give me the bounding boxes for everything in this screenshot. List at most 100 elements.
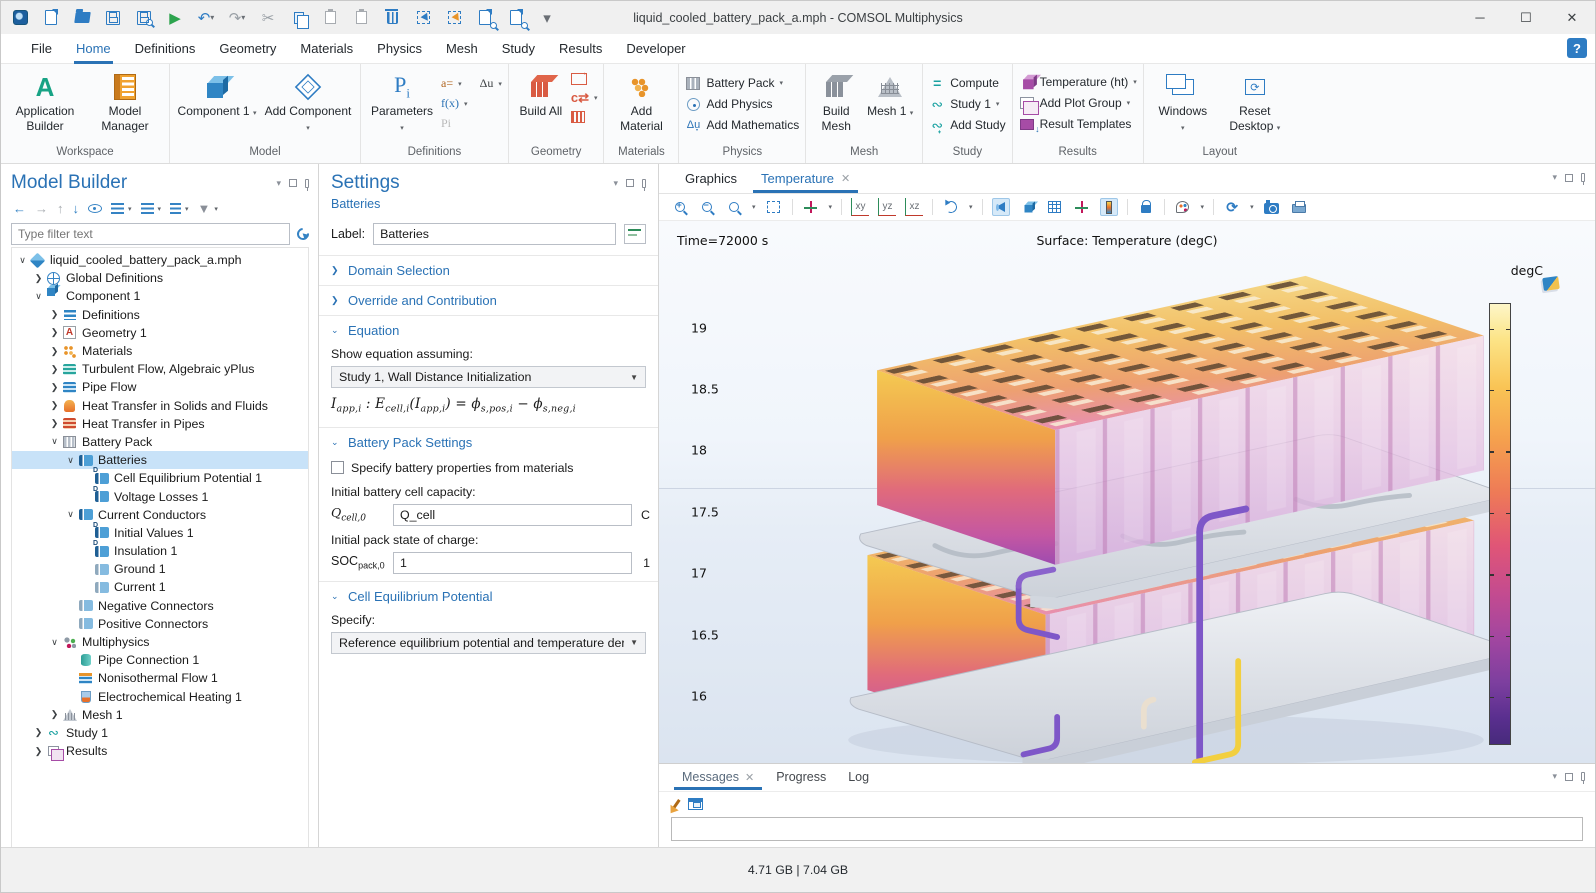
messages-pin-icon[interactable] xyxy=(1581,772,1585,781)
filter-icon[interactable]: ▼ xyxy=(198,201,211,216)
zoom-in-icon[interactable]: + xyxy=(671,198,689,216)
tree-item[interactable]: ❯∾Study 1 xyxy=(12,724,308,742)
zoom-extents-icon[interactable] xyxy=(765,198,783,216)
tab-progress[interactable]: Progress xyxy=(765,765,837,789)
close-tab-icon[interactable]: ✕ xyxy=(841,172,850,185)
marquee-select-icon[interactable] xyxy=(445,9,463,27)
duplicate-icon[interactable] xyxy=(352,9,370,27)
save-as-icon[interactable] xyxy=(135,9,153,27)
update-plot-icon[interactable]: ⟳ xyxy=(1223,198,1241,216)
clear-messages-icon[interactable] xyxy=(672,800,680,810)
snapshot-icon[interactable] xyxy=(1263,198,1281,216)
chevron-right-icon[interactable]: ❯ xyxy=(48,418,61,429)
expand-all-icon[interactable] xyxy=(141,203,154,214)
add-material-button[interactable]: Add Material xyxy=(610,68,672,134)
select-icon[interactable] xyxy=(414,9,432,27)
tree-item[interactable]: ❯Pipe Flow xyxy=(12,378,308,396)
settings-float-icon[interactable] xyxy=(626,179,634,187)
graphics-float-icon[interactable] xyxy=(1565,174,1573,182)
compute-button[interactable]: =Compute xyxy=(929,75,1005,91)
menu-geometry[interactable]: Geometry xyxy=(207,36,288,61)
tree-item[interactable]: ∨Battery Pack xyxy=(12,433,308,451)
chevron-down-icon[interactable]: ∨ xyxy=(64,455,77,466)
chevron-right-icon[interactable]: ❯ xyxy=(48,327,61,338)
tree-item[interactable]: ❯AGeometry 1 xyxy=(12,324,308,342)
tree-item[interactable]: Pipe Connection 1 xyxy=(12,651,308,669)
tree-item[interactable]: ❯Mesh 1 xyxy=(12,706,308,724)
show-color-legend-icon[interactable] xyxy=(1100,198,1118,216)
delete-icon[interactable] xyxy=(383,9,401,27)
section-equation[interactable]: ⌄Equation Show equation assuming: Study … xyxy=(319,315,658,427)
menu-materials[interactable]: Materials xyxy=(288,36,365,61)
add-mathematics-button[interactable]: Δu̞Add Mathematics xyxy=(685,117,799,133)
paste-icon[interactable] xyxy=(321,9,339,27)
tree-item[interactable]: ❯Results xyxy=(12,742,308,760)
battery-pack-button[interactable]: Battery Pack▾ xyxy=(685,75,799,91)
model-tree-nodes-icon[interactable] xyxy=(170,203,181,214)
tree-item[interactable]: Cell Equilibrium Potential 1 xyxy=(12,469,308,487)
chevron-right-icon[interactable]: ❯ xyxy=(48,346,61,357)
import-geometry-button[interactable] xyxy=(571,73,598,85)
tree-item[interactable]: Nonisothermal Flow 1 xyxy=(12,669,308,687)
tree-item[interactable]: ∨Batteries xyxy=(12,451,308,469)
menu-study[interactable]: Study xyxy=(490,36,547,61)
tree-filter-input[interactable] xyxy=(11,223,290,245)
tab-graphics[interactable]: Graphics xyxy=(673,165,749,192)
close-button[interactable]: ✕ xyxy=(1549,1,1595,34)
tree-item[interactable]: ❯Heat Transfer in Solids and Fluids xyxy=(12,397,308,415)
chevron-down-icon[interactable]: ∨ xyxy=(32,291,45,302)
section-domain-selection[interactable]: ❯Domain Selection xyxy=(319,255,658,285)
result-templates-button[interactable]: Result Templates xyxy=(1019,116,1137,132)
zoom-box-icon[interactable] xyxy=(725,198,743,216)
move-down-icon[interactable]: ↓ xyxy=(73,201,80,216)
chevron-right-icon[interactable]: ❯ xyxy=(32,727,45,738)
build-all-button[interactable]: Build All xyxy=(515,68,567,119)
rename-icon[interactable] xyxy=(624,224,646,244)
chevron-down-icon[interactable]: ∨ xyxy=(48,436,61,447)
specify-dropdown[interactable]: Reference equilibrium potential and temp… xyxy=(331,632,646,654)
environment-reflections-icon[interactable] xyxy=(1019,198,1037,216)
messages-float-icon[interactable] xyxy=(1565,773,1573,781)
cut-icon[interactable]: ✂ xyxy=(259,9,277,27)
show-axis-icon[interactable] xyxy=(1073,198,1091,216)
functions-button[interactable]: f(x)▾ xyxy=(441,96,502,111)
tree-item[interactable]: ❯Materials xyxy=(12,342,308,360)
add-study-button[interactable]: ∾̟Add Study xyxy=(929,117,1005,133)
show-icon[interactable] xyxy=(88,204,102,213)
menu-results[interactable]: Results xyxy=(547,36,614,61)
section-override[interactable]: ❯Override and Contribution xyxy=(319,285,658,315)
go-to-default-view-icon[interactable] xyxy=(802,198,820,216)
parameters-button[interactable]: Pi Parameters▾ xyxy=(367,68,437,134)
maximize-button[interactable]: ☐ xyxy=(1503,1,1549,34)
graphics-menu-icon[interactable]: ▾ xyxy=(1552,172,1557,183)
rotate-icon[interactable] xyxy=(942,198,960,216)
panel-menu-icon[interactable]: ▾ xyxy=(276,178,281,189)
settings-menu-icon[interactable]: ▾ xyxy=(613,178,618,189)
virtual-operations-button[interactable] xyxy=(571,111,598,123)
application-builder-button[interactable]: A Application Builder xyxy=(7,68,83,134)
chevron-right-icon[interactable]: ❯ xyxy=(48,400,61,411)
back-icon[interactable]: ← xyxy=(13,201,26,216)
zoom-out-icon[interactable]: − xyxy=(698,198,716,216)
temperature-plot-button[interactable]: Temperature (ht)▾ xyxy=(1019,74,1137,90)
chevron-right-icon[interactable]: ❯ xyxy=(48,709,61,720)
soc-input[interactable] xyxy=(393,552,632,574)
mesh1-button[interactable]: Mesh 1 ▾ xyxy=(864,68,916,119)
study1-button[interactable]: ∾Study 1▾ xyxy=(929,96,1005,112)
chevron-right-icon[interactable]: ❯ xyxy=(48,382,61,393)
label-input[interactable] xyxy=(373,223,616,245)
component-button[interactable]: Component 1 ▾ xyxy=(176,68,258,119)
menu-developer[interactable]: Developer xyxy=(614,36,697,61)
image-effects-icon[interactable] xyxy=(1174,198,1192,216)
menu-home[interactable]: Home xyxy=(64,36,123,61)
find-results-icon[interactable] xyxy=(507,9,525,27)
qat-overflow-icon[interactable]: ▾ xyxy=(538,9,556,27)
copy-icon[interactable] xyxy=(290,9,308,27)
chevron-right-icon[interactable]: ❯ xyxy=(48,309,61,320)
menu-mesh[interactable]: Mesh xyxy=(434,36,490,61)
tree-item[interactable]: ❯Turbulent Flow, Algebraic yPlus xyxy=(12,360,308,378)
redo-icon[interactable]: ↷▾ xyxy=(228,9,246,27)
graphics-canvas[interactable]: Time=72000 s Surface: Temperature (degC)… xyxy=(659,221,1595,763)
build-mesh-button[interactable]: Build Mesh xyxy=(812,68,860,134)
tree-item[interactable]: Ground 1 xyxy=(12,560,308,578)
